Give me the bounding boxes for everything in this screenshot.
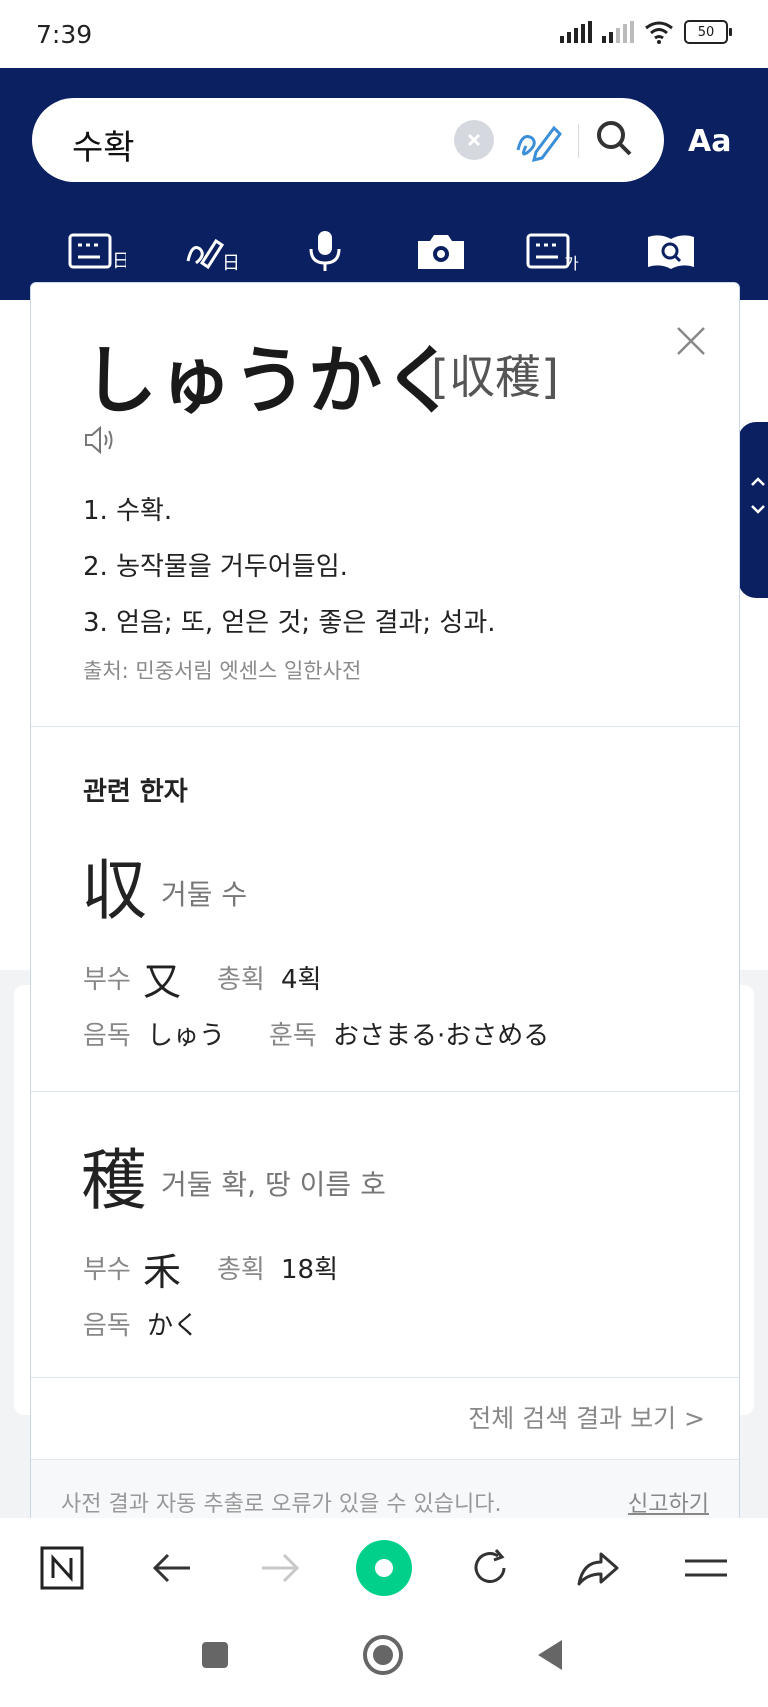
dictionary-popup: しゅうかく [収穫] 1. 수확. 2. 농작물을 거두어들임. 3. 얻음; … (30, 282, 740, 1524)
hanja-meaning: 거둘 수 (161, 878, 248, 911)
search-icon (597, 121, 632, 156)
scroll-up-icon[interactable] (738, 474, 768, 493)
battery-icon: 50 (684, 20, 732, 44)
headword: しゅうかく (83, 338, 458, 424)
dictionary-source: 출처: 민중서림 엣센스 일한사전 (83, 659, 362, 683)
section-divider (31, 726, 739, 727)
font-size-button[interactable]: Aa (688, 124, 731, 159)
strokes-value: 4획 (281, 965, 322, 995)
close-icon (467, 133, 481, 147)
all-results-link[interactable]: 전체 검색 결과 보기 > (468, 1399, 705, 1435)
kunyomi-label: 훈독 (269, 1021, 317, 1051)
section-divider (31, 1377, 739, 1378)
report-link[interactable]: 신고하기 (628, 1486, 709, 1518)
popup-footer: 사전 결과 자동 추출로 오류가 있을 수 있습니다. 신고하기 (31, 1459, 739, 1523)
recent-apps-button[interactable] (200, 1640, 230, 1670)
svg-text:日: 日 (112, 251, 126, 271)
onyomi-label: 음독 (83, 1021, 131, 1051)
hanja-char[interactable]: 収 (81, 837, 147, 933)
radical-label: 부수 (83, 1255, 131, 1285)
definition-item: 2. 농작물을 거두어들임. (83, 552, 348, 582)
status-time: 7:39 (36, 20, 93, 49)
system-nav-bar (0, 1618, 768, 1707)
svg-text:가: 가 (564, 254, 579, 271)
onyomi-value: かく (147, 1311, 200, 1341)
wifi-icon (645, 21, 673, 44)
strokes-value: 18획 (281, 1255, 339, 1285)
strokes-label: 총획 (217, 1255, 265, 1285)
keyboard-hanja-button[interactable]: 日 (62, 218, 132, 284)
keyboard-korean-button[interactable]: 가 (520, 218, 590, 284)
camera-search-button[interactable] (406, 218, 476, 284)
signal-icon-2 (602, 21, 634, 43)
definition-item: 1. 수확. (83, 496, 173, 526)
error-notice: 사전 결과 자동 추출로 오류가 있을 수 있습니다. (61, 1492, 502, 1517)
keyboard-hanja-icon: 日 (68, 233, 126, 271)
onyomi-label: 음독 (83, 1311, 131, 1341)
input-toolbar: 日 日 가 (0, 218, 768, 288)
kunyomi-value: おさまる·おさめる (333, 1021, 550, 1051)
share-button[interactable] (570, 1540, 626, 1596)
handwriting-hanja-button[interactable]: 日 (178, 218, 248, 284)
signal-icon (560, 21, 592, 43)
svg-text:日: 日 (222, 253, 240, 271)
related-hanja-title: 관련 한자 (83, 777, 188, 807)
green-dot-button[interactable] (354, 1538, 414, 1598)
forward-button[interactable] (252, 1540, 308, 1596)
back-arrow-icon (152, 1553, 190, 1583)
naver-icon (40, 1546, 84, 1590)
section-divider (31, 1091, 739, 1092)
naver-home-button[interactable] (34, 1540, 90, 1596)
headword-hanja: [収穫] (431, 350, 559, 404)
green-dot-icon (356, 1540, 412, 1596)
refresh-icon (474, 1549, 506, 1583)
handwriting-button[interactable] (514, 116, 564, 164)
search-box[interactable]: 수확 (32, 98, 664, 182)
scroll-down-icon[interactable] (738, 501, 768, 520)
close-popup-button[interactable] (673, 323, 709, 359)
clear-search-button[interactable] (454, 120, 494, 160)
voice-search-button[interactable] (290, 218, 360, 284)
back-button[interactable] (144, 1540, 200, 1596)
hanja-meaning: 거둘 확, 땅 이름 호 (161, 1168, 386, 1201)
handwriting-icon (516, 125, 562, 163)
refresh-button[interactable] (462, 1540, 518, 1596)
scroll-nav-tab[interactable] (738, 422, 768, 598)
share-icon (577, 1552, 619, 1586)
forward-arrow-icon (262, 1553, 300, 1583)
book-search-button[interactable] (636, 218, 706, 284)
status-icons: 50 (560, 20, 732, 44)
search-button[interactable] (592, 116, 638, 162)
search-divider (578, 124, 579, 158)
close-icon (677, 327, 705, 355)
speaker-icon (85, 425, 113, 455)
radical-value: 又 (143, 960, 182, 1004)
strokes-label: 총획 (217, 965, 265, 995)
definition-list: 1. 수확. 2. 농작물을 거두어들임. 3. 얻음; 또, 얻은 것; 좋은… (83, 483, 496, 651)
camera-icon (418, 235, 464, 269)
battery-level: 50 (697, 24, 715, 40)
menu-button[interactable] (678, 1540, 734, 1596)
microphone-icon (309, 231, 341, 271)
back-nav-button[interactable] (536, 1638, 566, 1672)
home-button[interactable] (362, 1634, 404, 1676)
search-input[interactable]: 수확 (72, 120, 135, 169)
browser-toolbar (0, 1518, 768, 1618)
pronunciation-button[interactable] (83, 423, 117, 457)
keyboard-korean-icon: 가 (526, 233, 579, 271)
menu-icon (685, 1559, 727, 1577)
onyomi-value: しゅう (147, 1021, 226, 1051)
radical-label: 부수 (83, 965, 131, 995)
status-bar: 7:39 50 (0, 0, 768, 68)
hanja-char[interactable]: 穫 (81, 1127, 147, 1223)
definition-item: 3. 얻음; 또, 얻은 것; 좋은 결과; 성과. (83, 608, 496, 638)
radical-value: 禾 (143, 1250, 182, 1294)
book-search-icon (648, 235, 694, 269)
handwriting-hanja-icon: 日 (186, 238, 240, 271)
search-header: 수확 Aa 日 日 가 (0, 68, 768, 300)
